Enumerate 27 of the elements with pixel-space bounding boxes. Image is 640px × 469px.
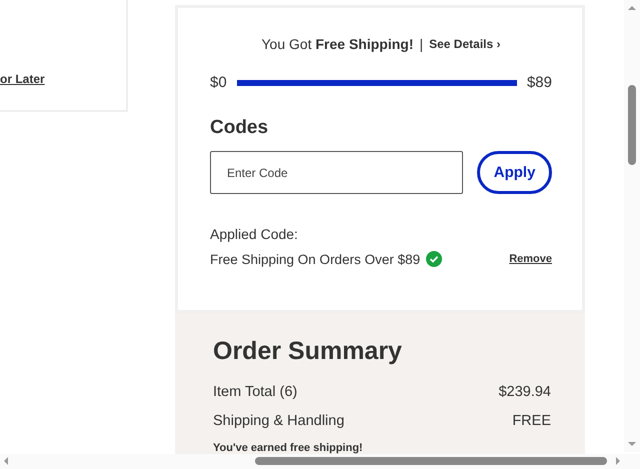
scroll-down-icon[interactable] [628, 442, 636, 446]
horizontal-scrollbar[interactable] [0, 454, 640, 469]
applied-code-label: Applied Code: [210, 226, 299, 242]
summary-value: $239.94 [498, 384, 551, 400]
see-details-link[interactable]: See Details › [429, 37, 500, 51]
check-icon [426, 251, 442, 267]
separator-text: | [419, 36, 424, 52]
progress-start-label: $0 [210, 74, 227, 91]
scroll-up-icon[interactable] [628, 6, 636, 10]
summary-label: Shipping & Handling [213, 413, 344, 429]
save-for-later-link[interactable]: or Later [0, 72, 45, 86]
free-shipping-message: You Got Free Shipping! [262, 36, 414, 52]
scroll-right-icon[interactable] [616, 457, 620, 465]
apply-button[interactable]: Apply [477, 151, 552, 194]
code-input-field[interactable]: Enter Code [210, 151, 464, 194]
summary-label: Item Total (6) [213, 384, 298, 400]
remove-link[interactable]: Remove [509, 253, 552, 265]
scroll-thumb[interactable] [628, 85, 636, 165]
free-shipping-note: You've earned free shipping! [213, 442, 364, 454]
progress-end-label: $89 [526, 74, 552, 91]
applied-code-text: Free Shipping On Orders Over $89 [210, 252, 420, 266]
vertical-scrollbar[interactable] [624, 0, 640, 452]
scroll-left-icon[interactable] [4, 457, 8, 465]
order-summary-heading: Order Summary [213, 337, 403, 366]
scroll-thumb[interactable] [255, 457, 607, 465]
summary-value: FREE [512, 413, 551, 429]
codes-heading: Codes [210, 117, 270, 139]
